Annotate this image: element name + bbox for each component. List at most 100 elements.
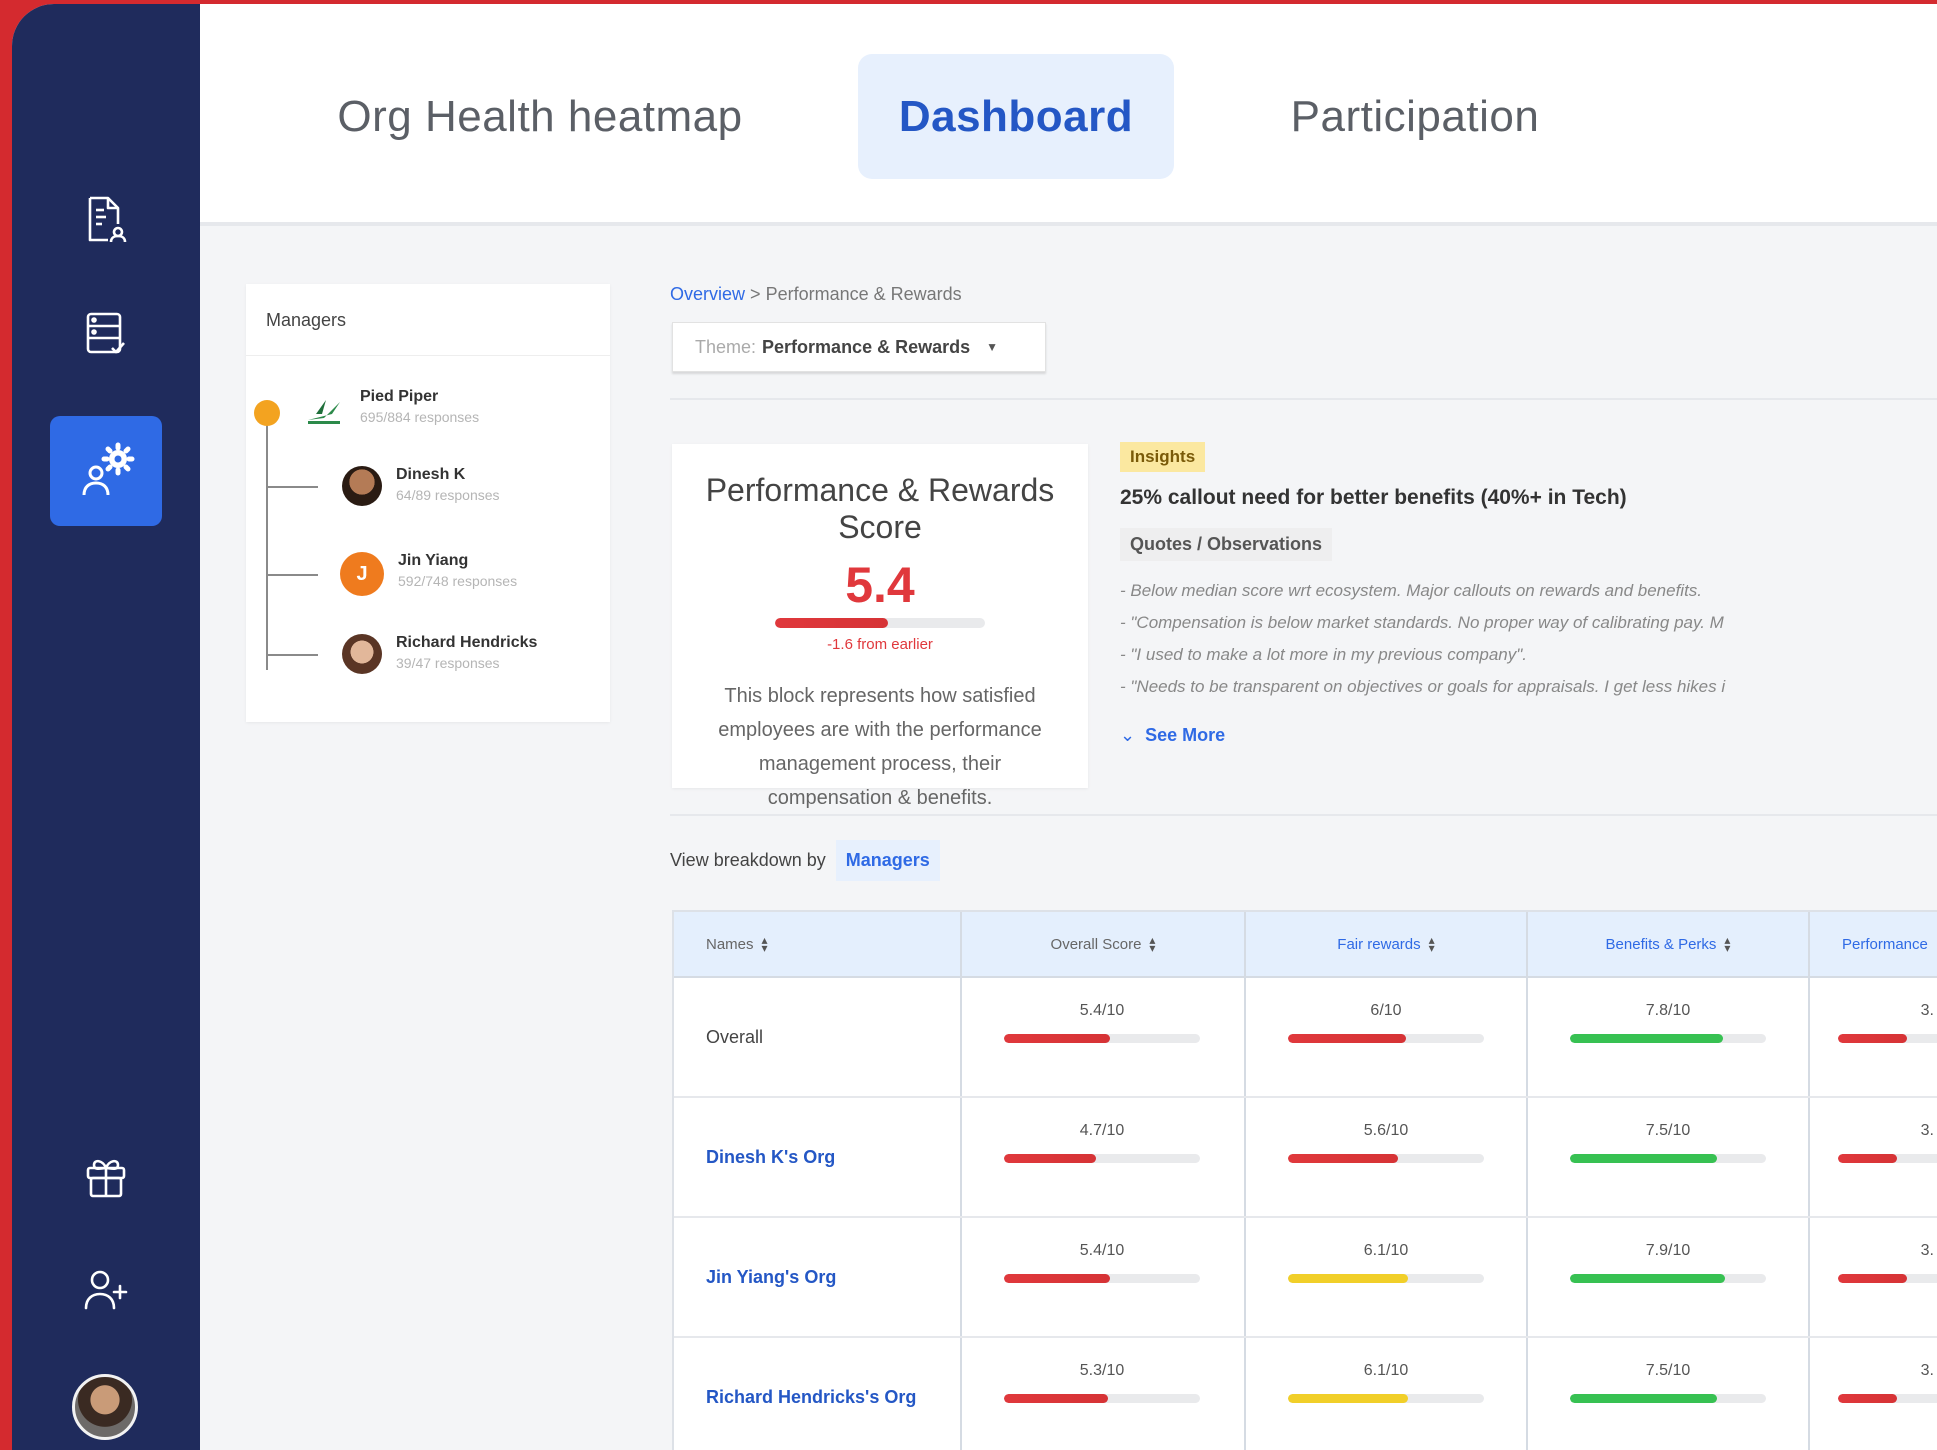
breadcrumb-separator: > xyxy=(750,284,761,304)
column-header-performance[interactable]: Performance xyxy=(1810,912,1937,976)
checklist-icon[interactable] xyxy=(76,304,136,364)
manager-name: Pied Piper xyxy=(360,388,439,405)
score-text: 7.5/10 xyxy=(1645,1122,1691,1139)
score-card: Performance & Rewards Score 5.4 -1.6 fro… xyxy=(672,444,1088,809)
score-bar xyxy=(1004,1394,1200,1403)
org-name-link[interactable]: Jin Yiang's Org xyxy=(706,1218,836,1336)
score-bar xyxy=(1288,1274,1484,1283)
score-text: 7.9/10 xyxy=(1645,1242,1691,1259)
sort-icon: ▴ ▾ xyxy=(761,933,768,955)
column-header-overall-score[interactable]: Overall Score ▴ ▾ xyxy=(962,912,1244,976)
column-header-label: Performance xyxy=(1842,935,1928,953)
score-cell: 4.7/10 xyxy=(1004,1122,1200,1163)
gift-icon[interactable] xyxy=(76,1146,136,1206)
score-text: 5.6/10 xyxy=(1363,1122,1409,1139)
score-cell: 6/10 xyxy=(1288,1002,1484,1043)
manager-node[interactable]: J Jin Yiang 592/748 responses xyxy=(340,552,517,596)
score-bar xyxy=(1570,1154,1766,1163)
manager-node-root[interactable]: Pied Piper 695/884 responses xyxy=(302,388,479,428)
score-text: 6.1/10 xyxy=(1363,1242,1409,1259)
score-cell: 6.1/10 xyxy=(1288,1242,1484,1283)
divider xyxy=(670,398,1937,400)
top-tabs: Org Health heatmap Dashboard Participati… xyxy=(200,4,1937,226)
theme-dropdown[interactable]: Theme: Performance & Rewards ▼ xyxy=(672,322,1046,372)
document-user-icon[interactable] xyxy=(76,190,136,250)
column-header-benefits-perks[interactable]: Benefits & Perks ▴ ▾ xyxy=(1528,912,1808,976)
column-header-label: Overall Score xyxy=(1050,935,1142,953)
see-more-label: See More xyxy=(1145,725,1226,745)
score-bar xyxy=(1004,1034,1200,1043)
table-row: Dinesh K's Org 4.7/10 5.6/10 7.5/10 3. xyxy=(674,1098,1937,1218)
score-text: 3. xyxy=(1920,1122,1934,1139)
score-bar-fill xyxy=(1838,1034,1907,1043)
breadcrumb: Overview > Performance & Rewards xyxy=(670,284,962,305)
root-node-dot[interactable] xyxy=(254,400,280,426)
score-bar-fill xyxy=(1288,1394,1408,1403)
column-header-fair-rewards[interactable]: Fair rewards ▴ ▾ xyxy=(1246,912,1526,976)
breakdown-selector: View breakdown by Managers xyxy=(670,840,940,881)
manager-name: Richard Hendricks xyxy=(396,634,538,651)
sort-icon: ▴ ▾ xyxy=(1149,933,1156,955)
column-header-label: Benefits & Perks xyxy=(1605,935,1717,953)
score-bar-fill xyxy=(1838,1154,1897,1163)
score-cell: 7.9/10 xyxy=(1570,1242,1766,1283)
score-text: 3. xyxy=(1920,1002,1934,1019)
manager-responses: 592/748 responses xyxy=(398,573,518,589)
see-more-link[interactable]: ⌄ See More xyxy=(1120,725,1937,746)
insights-badge: Insights xyxy=(1120,442,1206,472)
avatar[interactable] xyxy=(72,1374,138,1440)
add-user-icon[interactable] xyxy=(76,1260,136,1320)
score-bar-fill xyxy=(1004,1034,1110,1043)
tab-participation[interactable]: Participation xyxy=(1260,54,1570,179)
score-text: 5.4/10 xyxy=(1079,1002,1125,1019)
score-cell: 7.8/10 xyxy=(1570,1002,1766,1043)
breadcrumb-overview-link[interactable]: Overview xyxy=(670,284,745,304)
score-cell: 7.5/10 xyxy=(1570,1362,1766,1403)
score-description: This block represents how satisfied empl… xyxy=(718,685,1042,809)
manager-name: Jin Yiang xyxy=(398,552,469,569)
score-text: 3. xyxy=(1920,1362,1934,1379)
score-bar-fill xyxy=(1838,1394,1897,1403)
score-cell: 5.4/10 xyxy=(1004,1242,1200,1283)
score-title: Performance & Rewards Score xyxy=(705,472,1055,545)
score-bar xyxy=(1570,1394,1766,1403)
score-bar-fill xyxy=(1570,1274,1725,1283)
score-bar-fill xyxy=(1288,1274,1408,1283)
score-text: 4.7/10 xyxy=(1079,1122,1125,1139)
table-row: Richard Hendricks's Org 5.3/10 6.1/10 7.5/1… xyxy=(674,1338,1937,1450)
score-bar xyxy=(1838,1034,1937,1043)
user-settings-icon[interactable] xyxy=(50,416,162,526)
score-bar xyxy=(1570,1034,1766,1043)
score-text: 6/10 xyxy=(1370,1002,1402,1019)
manager-node[interactable]: Dinesh K 64/89 responses xyxy=(342,466,500,506)
manager-responses: 695/884 responses xyxy=(360,409,480,425)
score-cell: 6.1/10 xyxy=(1288,1362,1484,1403)
score-cell: 3. xyxy=(1838,1242,1937,1283)
table-row: Overall 5.4/10 6/10 7.8/10 3. xyxy=(674,978,1937,1098)
score-text: 7.5/10 xyxy=(1645,1362,1691,1379)
breakdown-managers-chip[interactable]: Managers xyxy=(835,840,940,881)
score-bar xyxy=(1288,1154,1484,1163)
org-name-link[interactable]: Richard Hendricks's Org xyxy=(706,1338,916,1450)
score-cell: 3. xyxy=(1838,1122,1937,1163)
manager-responses: 39/47 responses xyxy=(396,655,500,671)
score-bar xyxy=(775,618,985,628)
score-bar xyxy=(1004,1274,1200,1283)
score-cell: 5.3/10 xyxy=(1004,1362,1200,1403)
tab-dashboard[interactable]: Dashboard xyxy=(858,54,1174,179)
manager-responses: 64/89 responses xyxy=(396,487,500,503)
score-bar-fill xyxy=(1570,1394,1717,1403)
quote-item: - "I used to make a lot more in my previ… xyxy=(1120,645,1528,664)
tree-line xyxy=(266,418,268,670)
score-bar-fill xyxy=(1004,1394,1108,1403)
org-name-link[interactable]: Dinesh K's Org xyxy=(706,1098,835,1216)
sidebar xyxy=(12,4,200,1450)
main-content: Managers Pied Piper 695/884 responses Di… xyxy=(200,230,1937,1450)
column-header-label: Names xyxy=(706,935,754,953)
manager-node[interactable]: Richard Hendricks 39/47 responses xyxy=(342,634,537,674)
score-bar xyxy=(1288,1034,1484,1043)
app-window: Org Health heatmap Dashboard Participati… xyxy=(12,4,1937,1450)
column-header-names[interactable]: Names ▴ ▾ xyxy=(674,912,960,976)
tab-org-health-heatmap[interactable]: Org Health heatmap xyxy=(330,54,750,179)
sort-icon: ▴ ▾ xyxy=(1724,933,1731,955)
